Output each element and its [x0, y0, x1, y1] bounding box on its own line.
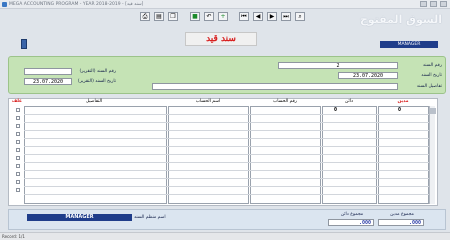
col-head-account-name: اسم الحساب	[195, 99, 221, 104]
document-icon	[21, 39, 27, 49]
next-icon[interactable]: ▶	[267, 12, 277, 21]
window-controls	[420, 1, 447, 7]
col-head-credit: دائن	[345, 99, 353, 104]
row-checkbox[interactable]	[16, 140, 20, 144]
save-icon[interactable]: ■	[190, 12, 200, 21]
table-row	[24, 186, 429, 187]
status-bar: Record: 1/1	[0, 232, 450, 240]
app-icon	[2, 2, 7, 7]
row-checkbox[interactable]	[16, 108, 20, 112]
row-checkbox[interactable]	[16, 164, 20, 168]
scrollbar-thumb[interactable]	[430, 108, 436, 114]
table-row	[24, 170, 429, 171]
ref-number-field[interactable]	[24, 68, 72, 75]
organizer-field: MANAGER	[27, 214, 132, 221]
total-debit-label: مجموع مدين	[390, 212, 414, 217]
record-counter: Record: 1/1	[2, 234, 25, 239]
prev-icon[interactable]: ◀	[253, 12, 263, 21]
preview-icon[interactable]: ▤	[154, 12, 164, 21]
account-no-column[interactable]	[250, 106, 321, 204]
doc-date-field[interactable]: 23.07.2020	[338, 72, 398, 79]
col-head-account-no: رقم الحساب	[273, 99, 297, 104]
add-icon[interactable]: +	[218, 12, 228, 21]
toolbar: ⎙ ▤ ❐ ■ ↶ + ⏮ ◀ ▶ ⏭ ⌕	[140, 12, 305, 21]
doc-details-field[interactable]	[152, 83, 398, 90]
organizer-label: اسم منظم السند	[134, 215, 166, 220]
table-row	[24, 194, 429, 195]
page-title: سند قيد	[185, 32, 257, 46]
copy-icon[interactable]: ❐	[168, 12, 178, 21]
grid-scrollbar[interactable]	[429, 106, 436, 204]
credit-column[interactable]	[322, 106, 377, 204]
watermark-brand: السوق المفتوح	[359, 13, 442, 26]
doc-number-field[interactable]: 2	[278, 62, 398, 69]
col-head-details: التفاصيل	[85, 99, 103, 104]
row-checkbox[interactable]	[16, 124, 20, 128]
account-name-column[interactable]	[168, 106, 249, 204]
row-1-credit[interactable]: 0	[334, 107, 337, 113]
details-column[interactable]	[24, 106, 167, 204]
row-checkbox[interactable]	[16, 188, 20, 192]
ref-date-label: تاريخ السند (التقرير)	[77, 79, 116, 84]
row-1-debit[interactable]: 0	[398, 107, 401, 113]
last-icon[interactable]: ⏭	[281, 12, 291, 21]
ref-number-label: رقم السند (التقرير)	[79, 69, 116, 74]
table-row	[24, 162, 429, 163]
ref-date-field[interactable]: 23.07.2020	[24, 78, 72, 85]
table-row	[24, 154, 429, 155]
table-row	[24, 178, 429, 179]
debit-column[interactable]	[378, 106, 429, 204]
maximize-button[interactable]	[430, 1, 437, 7]
close-button[interactable]	[440, 1, 447, 7]
row-checkbox[interactable]	[16, 148, 20, 152]
find-icon[interactable]: ⌕	[295, 12, 305, 21]
minimize-button[interactable]	[420, 1, 427, 7]
row-checkbox[interactable]	[16, 156, 20, 160]
window-titlebar: MEGA ACCOUNTING PROGRAM - YEAR 2018-2019…	[0, 0, 450, 9]
print-icon[interactable]: ⎙	[140, 12, 150, 21]
first-icon[interactable]: ⏮	[239, 12, 249, 21]
user-badge: MANAGER	[380, 41, 438, 48]
table-row	[24, 138, 429, 139]
total-credit-field: .000	[328, 219, 374, 226]
table-row	[24, 122, 429, 123]
col-head-flag: علف	[11, 99, 23, 104]
row-checkbox[interactable]	[16, 132, 20, 136]
row-checkbox[interactable]	[16, 180, 20, 184]
doc-number-label: رقم السند	[422, 63, 442, 68]
table-row	[24, 130, 429, 131]
doc-details-label: تفاصيل السند	[416, 84, 442, 89]
total-credit-label: مجموع دائن	[340, 212, 364, 217]
table-row	[24, 146, 429, 147]
window-title: MEGA ACCOUNTING PROGRAM - YEAR 2018-2019…	[9, 2, 144, 7]
undo-icon[interactable]: ↶	[204, 12, 214, 21]
table-row	[24, 114, 429, 115]
doc-date-label: تاريخ السند	[421, 73, 442, 78]
col-head-debit: مدين	[397, 99, 409, 104]
row-checkbox[interactable]	[16, 116, 20, 120]
row-checkbox[interactable]	[16, 172, 20, 176]
total-debit-field: .000	[378, 219, 424, 226]
